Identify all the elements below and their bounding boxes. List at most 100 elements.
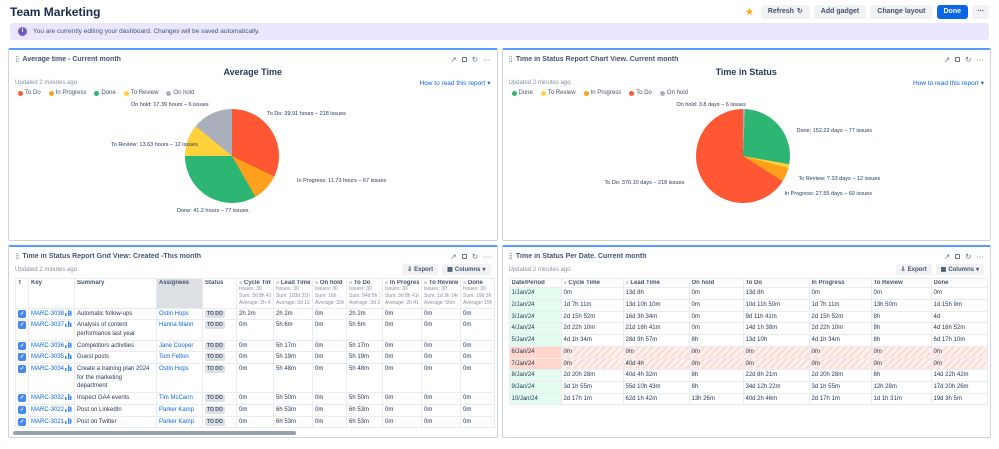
column-header[interactable]: Date/Period [509, 279, 561, 288]
gadget-more-icon[interactable]: ⋯ [483, 56, 491, 64]
fullscreen-icon[interactable] [462, 254, 467, 259]
table-row[interactable]: ✓MARC-3034Create a training plan 2024 fo… [16, 364, 495, 393]
task-type-icon[interactable]: ✓ [18, 342, 26, 350]
cell-icon[interactable]: ✓ [16, 404, 29, 416]
assignee-link[interactable]: Tom Felton [159, 354, 189, 360]
assignee-link[interactable]: Parker Kamp [159, 419, 194, 425]
cell-link[interactable]: Ostin Hops [157, 308, 203, 320]
chart-icon[interactable] [65, 342, 72, 348]
assignee-link[interactable]: Tim McCann [159, 395, 193, 401]
refresh-gadget-icon[interactable]: ↻ [472, 56, 478, 64]
column-header[interactable]: ≡ On holdIssues: 30Sum: 16hAverage: 32m [313, 279, 347, 308]
cell-key[interactable]: MARC-3032 [29, 393, 75, 405]
refresh-button[interactable]: Refresh ↻ [761, 5, 810, 19]
table-row[interactable]: 2/Jan/241d 7h 11m13d 10h 10m0m10d 11h 50… [509, 300, 987, 312]
cell-icon[interactable]: ✓ [16, 416, 29, 428]
assignee-link[interactable]: Ostin Hops [159, 311, 189, 317]
cell-link[interactable]: Jane Cooper [157, 340, 203, 352]
column-header[interactable]: To Do [743, 279, 809, 288]
table-row[interactable]: 10/Jan/242d 17h 1m62d 1h 42m13h 26m40d 2… [509, 393, 987, 405]
pie[interactable] [696, 109, 790, 203]
column-header[interactable]: ≡ Lead Time ↑Issues: 30Sum: 103d 21h 37m… [274, 279, 313, 308]
table-row[interactable]: ✓MARC-3036Competitors activitiesJane Coo… [16, 340, 495, 352]
refresh-gadget-icon[interactable]: ↻ [472, 253, 478, 261]
column-header[interactable]: T [16, 279, 29, 308]
column-header[interactable]: To Review [871, 279, 931, 288]
columns-button[interactable]: ▦ Columns ▾ [442, 264, 490, 275]
cell-key[interactable]: MARC-3022 [29, 404, 75, 416]
column-header[interactable]: In Progress [809, 279, 871, 288]
drag-handle-icon[interactable]: ⣿ [509, 253, 512, 260]
column-header[interactable]: Summary [75, 279, 157, 308]
issue-key-link[interactable]: MARC-3037 [31, 322, 64, 328]
chart-icon[interactable] [65, 310, 72, 316]
change-layout-button[interactable]: Change layout [870, 5, 932, 19]
chart-icon[interactable] [65, 406, 72, 412]
drag-handle-icon[interactable]: ⣿ [15, 253, 18, 260]
issue-key-link[interactable]: MARC-3035 [31, 354, 64, 360]
table-row[interactable]: 1/Jan/240m13d 8h0m13d 8h0m0m0m [509, 288, 987, 300]
table-row[interactable]: 6/Jan/240m0m0m0m0m0m0m [509, 346, 987, 358]
column-header[interactable]: ≡ In ProgressIssues: 30Sum: 3d 8h 41mAve… [383, 279, 422, 308]
done-button[interactable]: Done [937, 5, 969, 19]
refresh-gadget-icon[interactable]: ↻ [965, 56, 971, 64]
task-type-icon[interactable]: ✓ [18, 418, 26, 426]
help-link[interactable]: How to read this report ▾ [913, 79, 984, 87]
table-row[interactable]: ✓MARC-3021Post on TwitterParker KampTO D… [16, 416, 495, 428]
table-row[interactable]: 9/Jan/243d 1h 55m55d 10h 43m8h34d 12h 22… [509, 381, 987, 393]
assignee-link[interactable]: Hanna Mann [159, 322, 193, 328]
fullscreen-icon[interactable] [462, 57, 467, 62]
drag-handle-icon[interactable]: ⣿ [509, 56, 512, 63]
issue-key-link[interactable]: MARC-3034 [31, 366, 64, 372]
cell-key[interactable]: MARC-3037 [29, 320, 75, 340]
table-row[interactable]: 8/Jan/242d 20h 28m40d 4h 32m8h22d 8h 21m… [509, 370, 987, 382]
cell-key[interactable]: MARC-3035 [29, 352, 75, 364]
cell-icon[interactable]: ✓ [16, 364, 29, 393]
more-options-button[interactable]: ⋯ [972, 5, 989, 19]
table-row[interactable]: 4/Jan/242d 22h 10m21d 16h 41m0m14d 1h 38… [509, 323, 987, 335]
issue-key-link[interactable]: MARC-3032 [31, 395, 64, 401]
favorite-star-icon[interactable]: ★ [745, 7, 754, 18]
task-type-icon[interactable]: ✓ [18, 365, 26, 373]
task-type-icon[interactable]: ✓ [18, 310, 26, 318]
expand-icon[interactable]: ↗ [450, 56, 456, 64]
cell-key[interactable]: MARC-3038 [29, 308, 75, 320]
cell-link[interactable]: Parker Kamp [157, 416, 203, 428]
help-link[interactable]: How to read this report ▾ [419, 79, 490, 87]
fullscreen-icon[interactable] [955, 254, 960, 259]
column-header[interactable]: ≡ Lead Time [623, 279, 689, 288]
filter-icon[interactable]: ≡ [626, 280, 629, 286]
task-type-icon[interactable]: ✓ [18, 406, 26, 414]
export-button[interactable]: ⇩ Export [402, 264, 438, 275]
cell-key[interactable]: MARC-3036 [29, 340, 75, 352]
column-header[interactable]: ≡ Cycle Time [561, 279, 623, 288]
column-header[interactable]: Key [29, 279, 75, 308]
table-row[interactable]: 3/Jan/242d 15h 52m16d 3h 34m0m9d 11h 41m… [509, 311, 987, 323]
refresh-gadget-icon[interactable]: ↻ [965, 253, 971, 261]
cell-link[interactable]: Ostin Hops [157, 364, 203, 393]
filter-icon[interactable]: ≡ [564, 280, 567, 286]
column-header[interactable]: ≡ Cycle TimeIssues: 30Sum: 3d 8h 41mAver… [237, 279, 274, 308]
chart-icon[interactable] [65, 418, 72, 424]
issue-key-link[interactable]: MARC-3021 [31, 419, 64, 425]
cell-icon[interactable]: ✓ [16, 340, 29, 352]
table-row[interactable]: ✓MARC-3035Guest postsTom FeltonTO DO0m5h… [16, 352, 495, 364]
pie[interactable] [185, 109, 279, 203]
export-button[interactable]: ⇩ Export [896, 264, 932, 275]
issue-key-link[interactable]: MARC-3022 [31, 407, 64, 413]
table-row[interactable]: ✓MARC-3038Automatic follow-upsOstin Hops… [16, 308, 495, 320]
table-row[interactable]: ✓MARC-3022Post on LinkedInParker KampTO … [16, 404, 495, 416]
expand-icon[interactable]: ↗ [450, 253, 456, 261]
drag-handle-icon[interactable]: ⣿ [15, 56, 18, 63]
cell-icon[interactable]: ✓ [16, 308, 29, 320]
issue-key-link[interactable]: MARC-3038 [31, 311, 64, 317]
cell-link[interactable]: Hanna Mann [157, 320, 203, 340]
cell-key[interactable]: MARC-3021 [29, 416, 75, 428]
chart-icon[interactable] [65, 321, 72, 327]
column-header[interactable]: ≡ To DoIssues: 30Sum: 94d 5h 11mAverage:… [347, 279, 383, 308]
cell-icon[interactable]: ✓ [16, 352, 29, 364]
cell-icon[interactable]: ✓ [16, 320, 29, 340]
assignee-link[interactable]: Jane Cooper [159, 343, 193, 349]
column-header[interactable]: ≡ To ReviewIssues: 30Sum: 1d 3h 14mAvera… [422, 279, 461, 308]
assignee-link[interactable]: Ostin Hops [159, 366, 189, 372]
